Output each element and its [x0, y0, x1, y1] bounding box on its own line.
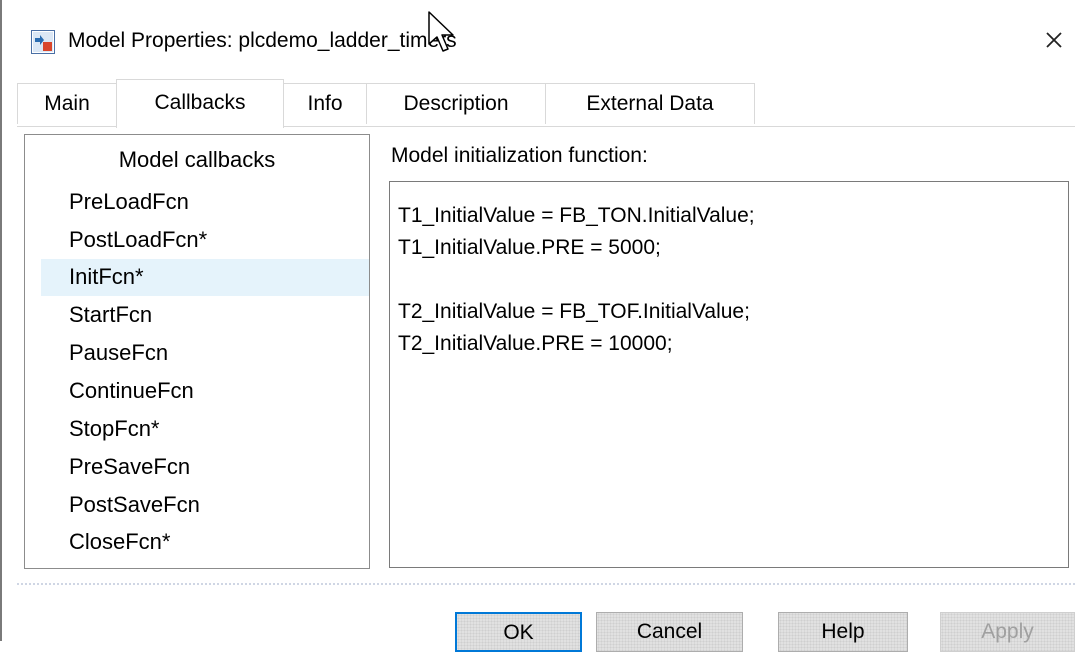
- list-item-selected[interactable]: InitFcn*: [41, 259, 369, 296]
- list-item[interactable]: PreLoadFcn: [41, 184, 369, 221]
- callback-code-editor[interactable]: T1_InitialValue = FB_TON.InitialValue; T…: [389, 181, 1069, 568]
- code-line: T1_InitialValue.PRE = 5000;: [398, 236, 661, 259]
- mouse-pointer-icon: [427, 10, 461, 56]
- list-item[interactable]: PostSaveFcn: [41, 487, 369, 524]
- tab-external-data[interactable]: External Data: [545, 83, 755, 124]
- list-item[interactable]: PostLoadFcn*: [41, 222, 369, 259]
- list-item[interactable]: CloseFcn*: [41, 524, 369, 561]
- window-title: Model Properties: plcdemo_ladder_timers: [68, 29, 457, 52]
- help-button[interactable]: Help: [778, 612, 908, 652]
- tab-info[interactable]: Info: [283, 83, 367, 124]
- panel-separator: [17, 583, 1075, 585]
- callbacks-list-heading: Model callbacks: [118, 147, 276, 172]
- list-item[interactable]: StopFcn*: [41, 411, 369, 448]
- tab-main[interactable]: Main: [17, 83, 117, 124]
- tab-description[interactable]: Description: [366, 83, 546, 124]
- callbacks-list[interactable]: Model callbacks PreLoadFcn PostLoadFcn* …: [24, 134, 370, 569]
- code-line: T2_InitialValue.PRE = 10000;: [398, 332, 673, 355]
- tab-strip: Main Callbacks Info Description External…: [17, 79, 757, 128]
- title-bar: Model Properties: plcdemo_ladder_timers: [0, 0, 1075, 82]
- tab-callbacks[interactable]: Callbacks: [116, 79, 284, 128]
- list-item[interactable]: ContinueFcn: [41, 373, 369, 410]
- ok-button[interactable]: OK: [455, 612, 582, 652]
- code-line: T1_InitialValue = FB_TON.InitialValue;: [398, 204, 755, 227]
- cancel-button[interactable]: Cancel: [596, 612, 743, 652]
- list-item[interactable]: PreSaveFcn: [41, 449, 369, 486]
- list-item[interactable]: StartFcn: [41, 297, 369, 334]
- apply-button[interactable]: Apply: [940, 612, 1075, 652]
- close-icon: [1046, 32, 1062, 48]
- editor-label: Model initialization function:: [391, 144, 648, 167]
- code-line: T2_InitialValue = FB_TOF.InitialValue;: [398, 300, 750, 323]
- list-item[interactable]: PauseFcn: [41, 335, 369, 372]
- window-left-border: [0, 0, 2, 641]
- close-button[interactable]: [1036, 22, 1072, 58]
- simulink-model-icon: [31, 30, 55, 54]
